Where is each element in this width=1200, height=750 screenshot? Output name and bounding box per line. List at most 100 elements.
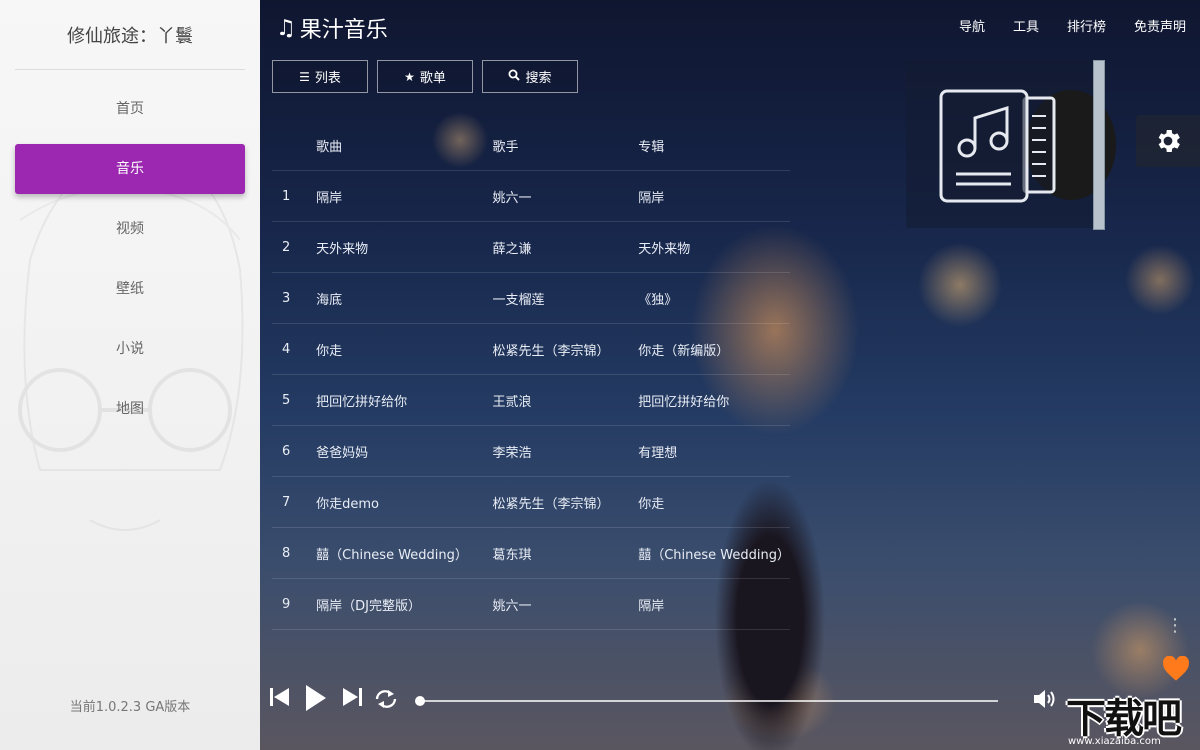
col-album-header: 专辑: [638, 120, 790, 171]
row-number: 4: [272, 323, 317, 375]
table-row[interactable]: 5 把回忆拼好给你 王贰浪 把回忆拼好给你: [272, 374, 790, 426]
table-header-row: 歌曲 歌手 专辑: [272, 120, 790, 171]
nav-ranking[interactable]: 排行榜: [1067, 16, 1106, 35]
divider: [15, 69, 245, 70]
song-album[interactable]: 《独》: [638, 272, 790, 324]
search-icon: [508, 69, 521, 84]
table-row[interactable]: 3 海底 一支榴莲 《独》: [272, 272, 790, 324]
tab-list[interactable]: ☰ 列表: [272, 60, 368, 93]
progress-handle[interactable]: [415, 696, 425, 706]
table-row[interactable]: 8 囍（Chinese Wedding） 葛东琪 囍（Chinese Wedding）: [272, 527, 790, 579]
song-album[interactable]: 你走: [638, 476, 790, 528]
song-artist[interactable]: 葛东琪: [492, 527, 639, 579]
song-title[interactable]: 你走demo: [316, 476, 493, 528]
row-number: 6: [272, 425, 317, 477]
song-artist[interactable]: 姚六一: [492, 578, 639, 630]
table-row[interactable]: 9 隔岸（DJ完整版） 姚六一 隔岸: [272, 578, 790, 630]
row-number: 8: [272, 527, 317, 579]
row-number: 2: [272, 221, 317, 273]
song-artist[interactable]: 李荣浩: [492, 425, 639, 477]
nav-tools[interactable]: 工具: [1013, 16, 1039, 35]
star-icon: ★: [404, 69, 415, 84]
top-nav: 导航 工具 排行榜 免责声明: [945, 16, 1200, 35]
song-artist[interactable]: 薛之谦: [492, 221, 639, 273]
brand-name: 果汁音乐: [299, 18, 388, 43]
tab-search-label: 搜索: [525, 71, 552, 86]
sidebar: 修仙旅途：丫鬟 首页 音乐 视频 壁纸 小说 地图 当前1.0.2.3 GA版本: [0, 0, 260, 750]
album-cover-panel: [906, 60, 1116, 230]
tab-search[interactable]: 搜索: [482, 60, 578, 93]
row-number: 1: [272, 170, 317, 222]
song-title[interactable]: 隔岸（DJ完整版）: [316, 578, 493, 630]
table-row[interactable]: 7 你走demo 松紧先生（李宗锦） 你走: [272, 476, 790, 528]
music-file-icon: [939, 89, 1056, 203]
song-artist[interactable]: 松紧先生（李宗锦）: [492, 323, 639, 375]
watermark-logo: 下载吧 www.xiazaiba.com: [1060, 690, 1200, 750]
song-album[interactable]: 隔岸: [638, 170, 790, 222]
tab-playlist-label: 歌单: [419, 71, 446, 86]
app-title: 修仙旅途：丫鬟: [67, 26, 193, 47]
music-tabs: ☰ 列表 ★ 歌单 搜索: [272, 60, 587, 93]
table-row[interactable]: 1 隔岸 姚六一 隔岸: [272, 170, 790, 222]
sidebar-item-map[interactable]: 地图: [15, 384, 245, 434]
song-title[interactable]: 隔岸: [316, 170, 493, 222]
song-title[interactable]: 囍（Chinese Wedding）: [316, 527, 493, 579]
song-album[interactable]: 囍（Chinese Wedding）: [638, 527, 790, 579]
volume-icon: [1034, 690, 1055, 708]
song-artist[interactable]: 王贰浪: [492, 374, 639, 426]
player-bar: [260, 680, 1200, 720]
song-title[interactable]: 爸爸妈妈: [316, 425, 493, 477]
progress-bar[interactable]: [415, 696, 998, 706]
song-album[interactable]: 把回忆拼好给你: [638, 374, 790, 426]
song-artist[interactable]: 姚六一: [492, 170, 639, 222]
brand: ♫ 果汁音乐: [276, 12, 388, 44]
next-button[interactable]: [342, 686, 362, 712]
row-number: 3: [272, 272, 317, 324]
song-title[interactable]: 天外来物: [316, 221, 493, 273]
sidebar-item-video[interactable]: 视频: [15, 204, 245, 254]
row-number: 9: [272, 578, 317, 630]
previous-icon: [270, 688, 289, 706]
col-artist-header: 歌手: [492, 120, 639, 171]
watermark-url: www.xiazaiba.com: [1068, 736, 1161, 747]
song-album[interactable]: 天外来物: [638, 221, 790, 273]
song-artist[interactable]: 一支榴莲: [492, 272, 639, 324]
sidebar-nav: 首页 音乐 视频 壁纸 小说 地图: [15, 84, 245, 444]
song-title[interactable]: 海底: [316, 272, 493, 324]
sidebar-item-wallpaper[interactable]: 壁纸: [15, 264, 245, 314]
repeat-icon: [375, 690, 397, 708]
play-button[interactable]: [305, 684, 327, 716]
song-title[interactable]: 把回忆拼好给你: [316, 374, 493, 426]
play-icon: [306, 685, 326, 711]
nav-disclaimer[interactable]: 免责声明: [1134, 16, 1186, 35]
next-icon: [343, 688, 362, 706]
volume-slider-track[interactable]: [1093, 60, 1105, 230]
music-main: ♫ 果汁音乐 导航 工具 排行榜 免责声明 ☰ 列表 ★ 歌单 搜索 歌曲 歌手…: [260, 0, 1200, 750]
table-row[interactable]: 2 天外来物 薛之谦 天外来物: [272, 221, 790, 273]
settings-button[interactable]: [1136, 115, 1200, 167]
tab-playlist[interactable]: ★ 歌单: [377, 60, 473, 93]
col-song-header: 歌曲: [316, 120, 493, 171]
song-artist[interactable]: 松紧先生（李宗锦）: [492, 476, 639, 528]
row-number: 5: [272, 374, 317, 426]
nav-guide[interactable]: 导航: [959, 16, 985, 35]
table-row[interactable]: 6 爸爸妈妈 李荣浩 有理想: [272, 425, 790, 477]
volume-button[interactable]: [1032, 688, 1058, 714]
song-table: 歌曲 歌手 专辑 1 隔岸 姚六一 隔岸 2 天外来物 薛之谦 天外来物 3 海底 一支榴莲 《独…: [272, 120, 790, 630]
more-options-icon[interactable]: ⋮: [1166, 615, 1184, 639]
repeat-button[interactable]: [374, 688, 398, 714]
song-album[interactable]: 隔岸: [638, 578, 790, 630]
song-album[interactable]: 有理想: [638, 425, 790, 477]
row-number: 7: [272, 476, 317, 528]
previous-button[interactable]: [270, 686, 290, 712]
sidebar-item-music[interactable]: 音乐: [15, 144, 245, 194]
song-album[interactable]: 你走（新编版）: [638, 323, 790, 375]
list-icon: ☰: [299, 69, 310, 84]
sidebar-item-home[interactable]: 首页: [15, 84, 245, 134]
gear-icon: [1158, 130, 1180, 152]
song-title[interactable]: 你走: [316, 323, 493, 375]
version-label: 当前1.0.2.3 GA版本: [69, 700, 191, 715]
table-row[interactable]: 4 你走 松紧先生（李宗锦） 你走（新编版）: [272, 323, 790, 375]
sidebar-item-novel[interactable]: 小说: [15, 324, 245, 374]
col-number-header: [272, 120, 317, 171]
